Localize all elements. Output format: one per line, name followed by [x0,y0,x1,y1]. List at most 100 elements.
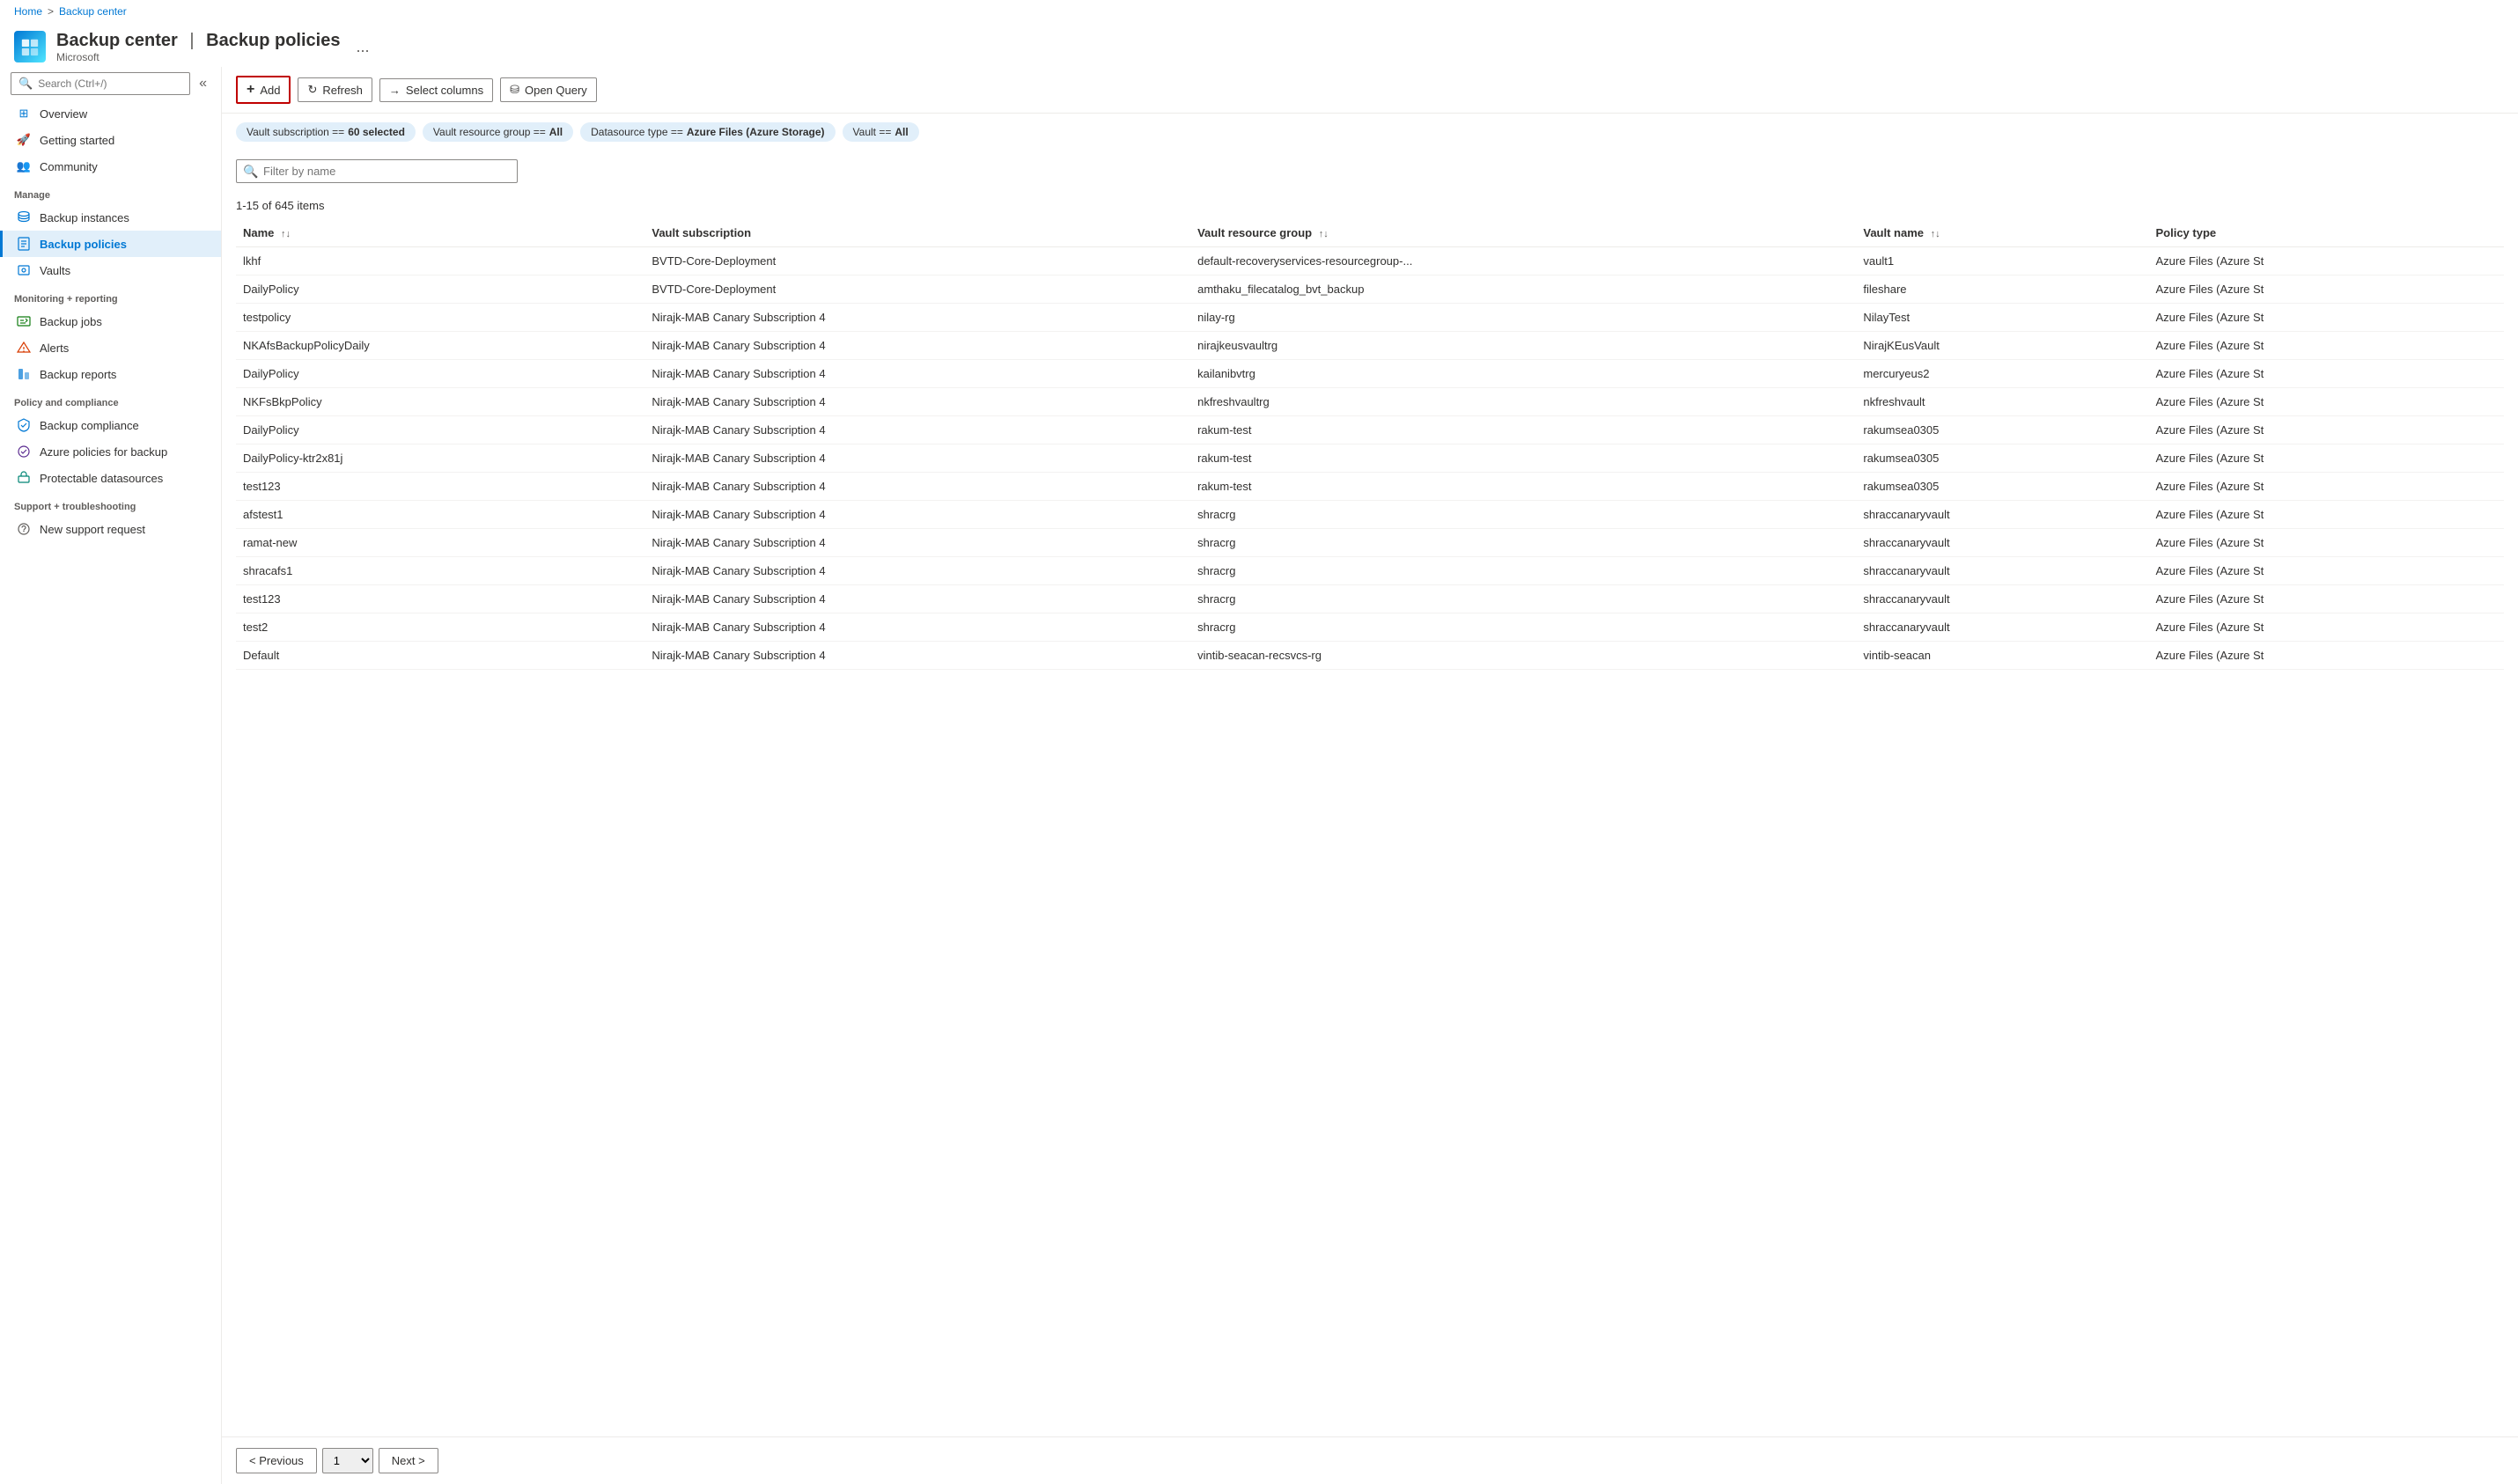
table-row[interactable]: test123 Nirajk-MAB Canary Subscription 4… [236,585,2504,613]
microsoft-label: Microsoft [56,51,340,63]
cell-policy-type: Azure Files (Azure St [2148,613,2504,642]
filter-datasource-type[interactable]: Datasource type == Azure Files (Azure St… [580,122,835,142]
table-row[interactable]: DailyPolicy-ktr2x81j Nirajk-MAB Canary S… [236,444,2504,473]
search-input[interactable] [38,77,182,90]
sidebar-item-vaults[interactable]: Vaults [0,257,221,283]
filter-vault-resource-group[interactable]: Vault resource group == All [423,122,573,142]
cell-vault-resource-group: vintib-seacan-recsvcs-rg [1190,642,1856,670]
cell-policy-type: Azure Files (Azure St [2148,388,2504,416]
sidebar-item-azure-policies[interactable]: Azure policies for backup [0,438,221,465]
filter-vault-subscription[interactable]: Vault subscription == 60 selected [236,122,416,142]
table-row[interactable]: DailyPolicy Nirajk-MAB Canary Subscripti… [236,360,2504,388]
col-vault-name[interactable]: Vault name ↑↓ [1856,219,2148,247]
cell-vault-subscription: BVTD-Core-Deployment [644,247,1190,275]
col-vault-resource-group[interactable]: Vault resource group ↑↓ [1190,219,1856,247]
cell-name: Default [236,642,644,670]
sidebar-item-protectable-datasources[interactable]: Protectable datasources [0,465,221,491]
sidebar-item-label: Protectable datasources [40,472,163,485]
alert-icon [17,341,31,355]
sidebar-item-backup-jobs[interactable]: Backup jobs [0,308,221,334]
col-vault-subscription[interactable]: Vault subscription [644,219,1190,247]
cell-name: test123 [236,585,644,613]
sidebar-item-new-support[interactable]: New support request [0,516,221,542]
open-query-button[interactable]: ⛁ Open Query [500,77,597,102]
sidebar-item-alerts[interactable]: Alerts [0,334,221,361]
table-row[interactable]: NKFsBkpPolicy Nirajk-MAB Canary Subscrip… [236,388,2504,416]
sidebar-item-label: Vaults [40,264,70,277]
page-select[interactable]: 1 2 3 4 5 [322,1448,373,1473]
grid-icon: ⊞ [17,107,31,121]
sidebar-item-label: Backup instances [40,211,129,224]
policy-icon [17,237,31,251]
pagination: < Previous 1 2 3 4 5 Next > [222,1436,2518,1484]
reports-icon [17,367,31,381]
cell-vault-resource-group: nirajkeusvaultrg [1190,332,1856,360]
sidebar-item-label: Backup compliance [40,419,139,432]
table-row[interactable]: testpolicy Nirajk-MAB Canary Subscriptio… [236,304,2504,332]
cell-vault-subscription: BVTD-Core-Deployment [644,275,1190,304]
table-row[interactable]: lkhf BVTD-Core-Deployment default-recove… [236,247,2504,275]
filter-search-container: 🔍 [236,159,518,183]
cell-vault-subscription: Nirajk-MAB Canary Subscription 4 [644,585,1190,613]
cell-name: ramat-new [236,529,644,557]
sidebar-item-label: Getting started [40,134,114,147]
breadcrumb-backup-center[interactable]: Backup center [59,5,127,18]
cell-policy-type: Azure Files (Azure St [2148,360,2504,388]
table-row[interactable]: shracafs1 Nirajk-MAB Canary Subscription… [236,557,2504,585]
col-name[interactable]: Name ↑↓ [236,219,644,247]
sort-icon-name: ↑↓ [281,229,291,239]
table-row[interactable]: ramat-new Nirajk-MAB Canary Subscription… [236,529,2504,557]
sidebar-search-box[interactable]: 🔍 [11,72,190,95]
col-policy-type[interactable]: Policy type [2148,219,2504,247]
sidebar-collapse-button[interactable]: « [195,72,210,95]
sidebar-item-backup-instances[interactable]: Backup instances [0,204,221,231]
sidebar: 🔍 « ⊞ Overview 🚀 Getting started 👥 Commu… [0,67,222,1484]
filter-by-name-input[interactable] [236,159,518,183]
table-row[interactable]: test2 Nirajk-MAB Canary Subscription 4 s… [236,613,2504,642]
cell-vault-name: nkfreshvault [1856,388,2148,416]
previous-button[interactable]: < Previous [236,1448,317,1473]
sidebar-item-overview[interactable]: ⊞ Overview [0,100,221,127]
ellipsis-button[interactable]: ... [350,36,374,58]
breadcrumb-home[interactable]: Home [14,5,42,18]
sidebar-item-backup-policies[interactable]: Backup policies [0,231,221,257]
cell-vault-name: shraccanaryvault [1856,613,2148,642]
cell-vault-subscription: Nirajk-MAB Canary Subscription 4 [644,388,1190,416]
next-button[interactable]: Next > [379,1448,438,1473]
cell-vault-resource-group: shracrg [1190,585,1856,613]
filter-search-icon: 🔍 [243,164,258,179]
sidebar-item-label: Overview [40,107,87,121]
table-row[interactable]: NKAfsBackupPolicyDaily Nirajk-MAB Canary… [236,332,2504,360]
sidebar-item-label: Azure policies for backup [40,445,167,459]
cell-name: test123 [236,473,644,501]
cell-vault-name: fileshare [1856,275,2148,304]
filter-vault[interactable]: Vault == All [843,122,919,142]
cell-vault-name: vault1 [1856,247,2148,275]
cell-vault-subscription: Nirajk-MAB Canary Subscription 4 [644,557,1190,585]
cell-vault-subscription: Nirajk-MAB Canary Subscription 4 [644,642,1190,670]
table-row[interactable]: DailyPolicy Nirajk-MAB Canary Subscripti… [236,416,2504,444]
sidebar-item-label: Backup policies [40,238,127,251]
page-title: Backup center | Backup policies [56,30,340,51]
sidebar-item-getting-started[interactable]: 🚀 Getting started [0,127,221,153]
policies-table: Name ↑↓ Vault subscription Vault resourc… [236,219,2504,670]
sidebar-item-backup-reports[interactable]: Backup reports [0,361,221,387]
table-row[interactable]: test123 Nirajk-MAB Canary Subscription 4… [236,473,2504,501]
azure-policy-icon [17,444,31,459]
cell-vault-subscription: Nirajk-MAB Canary Subscription 4 [644,501,1190,529]
sidebar-item-community[interactable]: 👥 Community [0,153,221,180]
table-row[interactable]: DailyPolicy BVTD-Core-Deployment amthaku… [236,275,2504,304]
refresh-icon: ↻ [307,83,317,97]
content-area: + Add ↻ Refresh → Select columns ⛁ Open … [222,67,2518,1484]
table-row[interactable]: Default Nirajk-MAB Canary Subscription 4… [236,642,2504,670]
add-button[interactable]: + Add [236,76,291,104]
cell-vault-resource-group: rakum-test [1190,416,1856,444]
refresh-button[interactable]: ↻ Refresh [298,77,372,102]
table-row[interactable]: afstest1 Nirajk-MAB Canary Subscription … [236,501,2504,529]
select-columns-button[interactable]: → Select columns [379,78,493,102]
sidebar-item-backup-compliance[interactable]: Backup compliance [0,412,221,438]
cell-vault-resource-group: nilay-rg [1190,304,1856,332]
cell-name: DailyPolicy-ktr2x81j [236,444,644,473]
cell-vault-subscription: Nirajk-MAB Canary Subscription 4 [644,444,1190,473]
sidebar-section-support: Support + troubleshooting [0,491,221,516]
